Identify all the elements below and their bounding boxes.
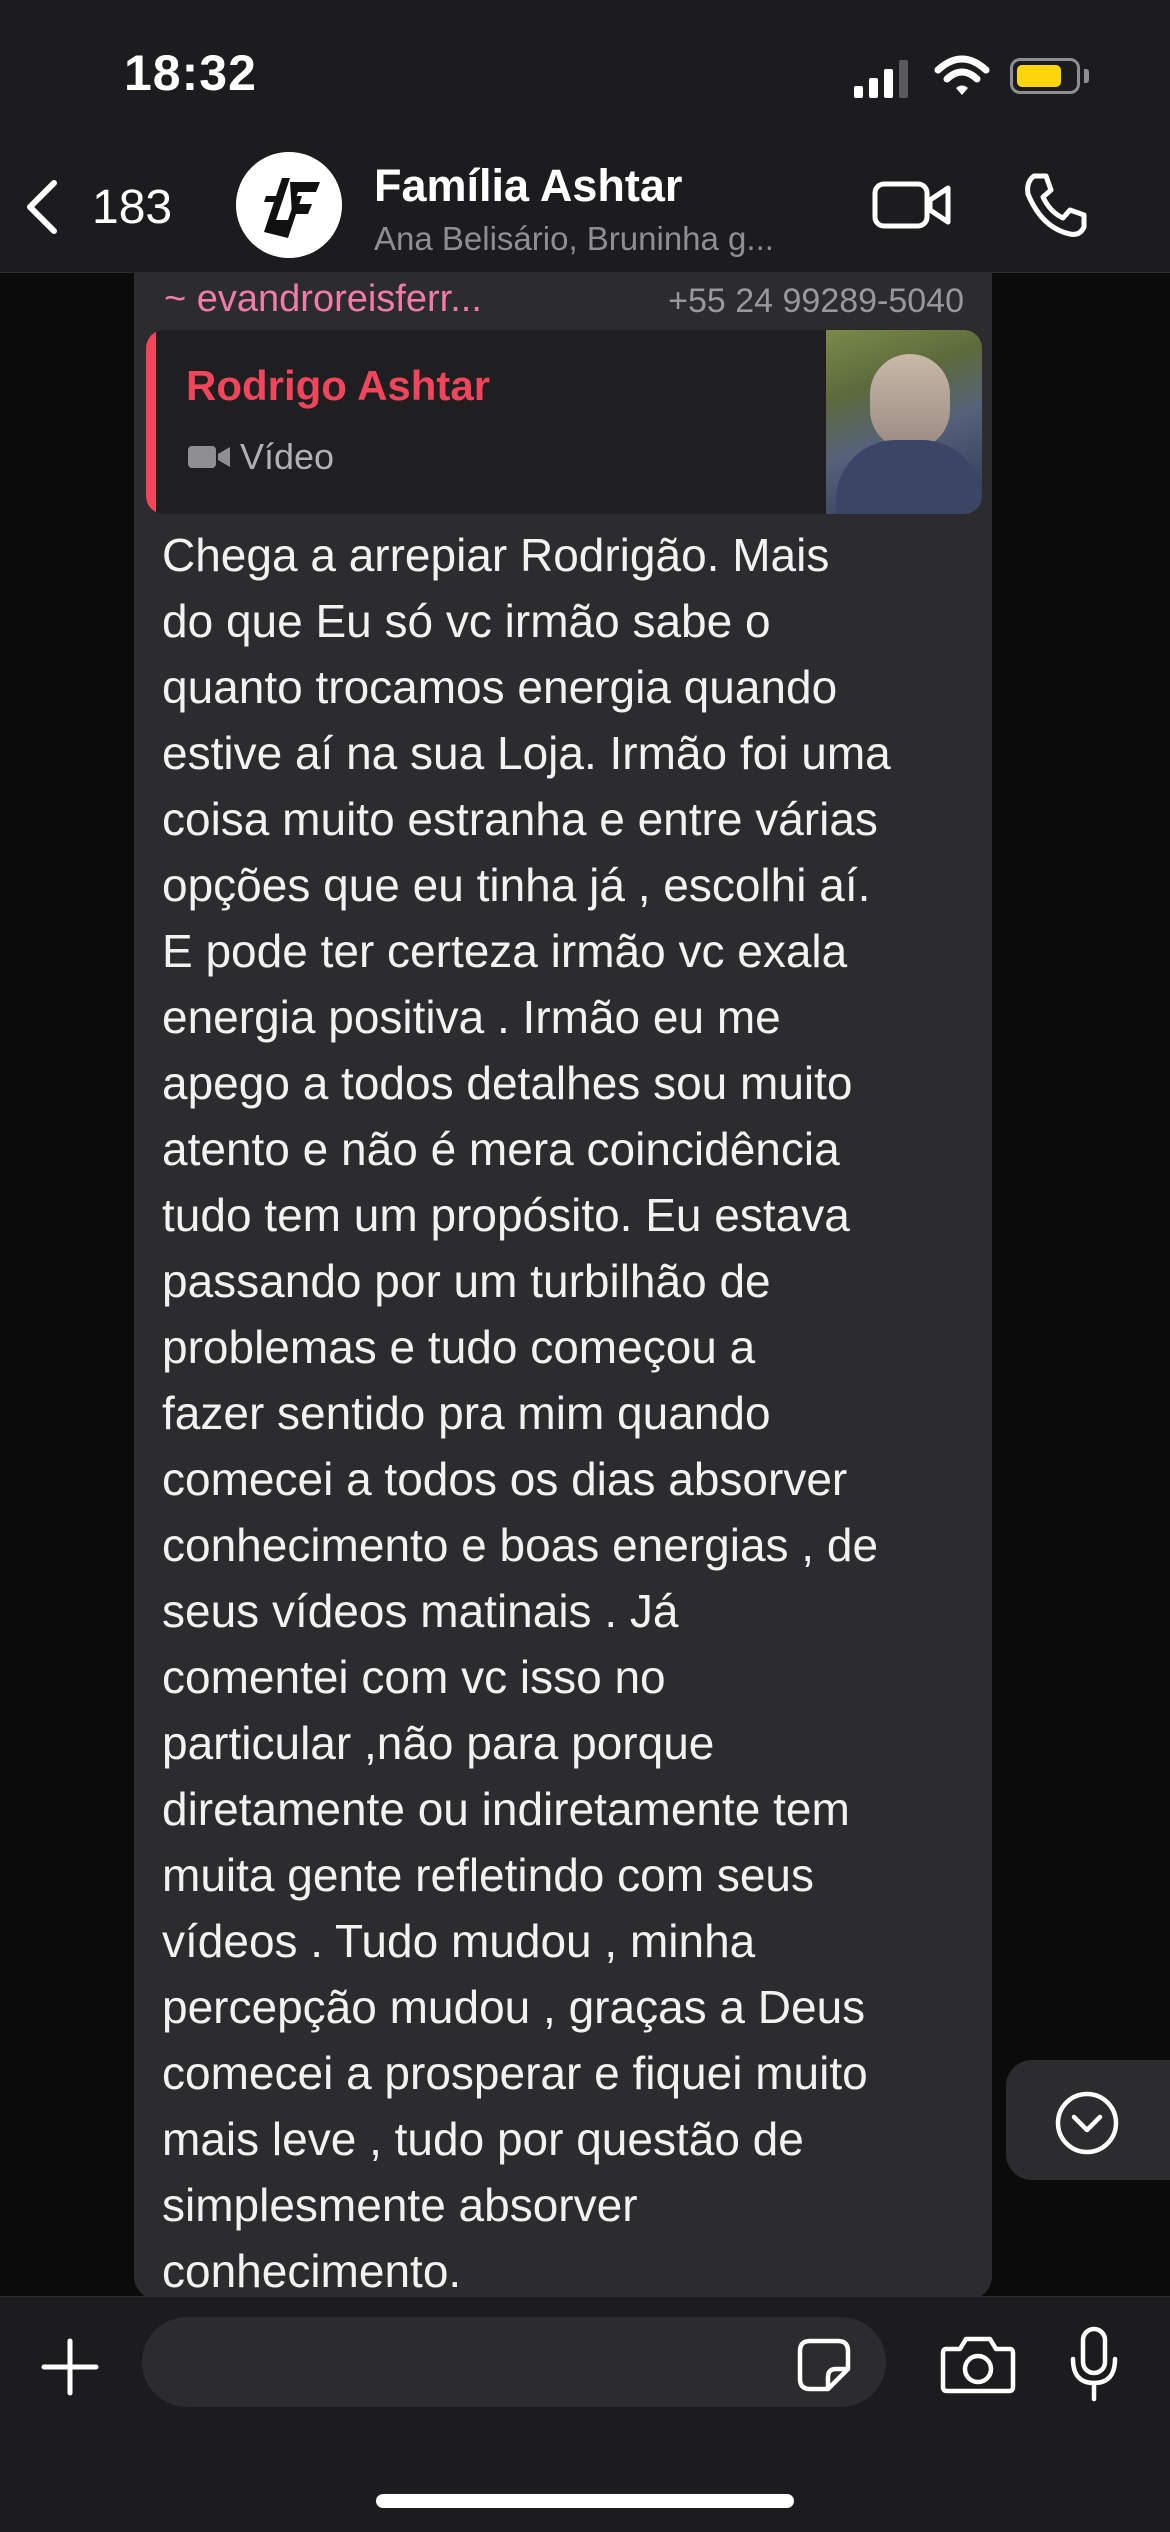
wifi-icon — [934, 55, 990, 95]
video-call-icon[interactable] — [872, 170, 952, 240]
plus-icon[interactable] — [40, 2337, 100, 2397]
message-input[interactable] — [142, 2317, 886, 2407]
sender-phone: +55 24 99289-5040 — [668, 282, 964, 320]
microphone-icon[interactable] — [1068, 2325, 1120, 2405]
sticker-icon[interactable] — [796, 2337, 852, 2393]
back-button[interactable]: 183 — [22, 172, 202, 242]
quote-type-label: Vídeo — [240, 436, 335, 477]
camera-icon[interactable] — [940, 2333, 1016, 2395]
signal-icon — [854, 60, 908, 98]
battery-cap — [1084, 69, 1089, 83]
status-time: 18:32 — [124, 45, 257, 101]
unread-count: 183 — [92, 180, 173, 234]
home-indicator — [376, 2494, 794, 2508]
sender-name[interactable]: ~ evandroreisferr... — [164, 278, 482, 321]
message-bubble[interactable]: ~ evandroreisferr... +55 24 99289-5040 R… — [134, 260, 992, 2300]
quote-accent-bar — [146, 330, 156, 514]
phone-icon[interactable] — [1020, 170, 1090, 240]
back-chevron-icon — [27, 180, 57, 234]
group-members: Ana Belisário, Bruninha g... — [374, 220, 774, 257]
battery-icon — [1010, 58, 1080, 94]
group-avatar[interactable] — [236, 152, 342, 258]
group-logo — [236, 152, 342, 258]
sender-row: ~ evandroreisferr... +55 24 99289-5040 — [164, 278, 964, 328]
quote-thumbnail — [826, 330, 982, 514]
scroll-to-bottom-button[interactable] — [1006, 2060, 1170, 2180]
group-info[interactable]: Família Ashtar Ana Belisário, Bruninha g… — [374, 160, 844, 258]
video-icon — [188, 446, 230, 468]
battery-level — [1017, 65, 1061, 87]
chevron-down-icon — [1055, 2091, 1119, 2155]
thumbnail-person-head — [870, 354, 950, 450]
quote-author: Rodrigo Ashtar — [186, 362, 491, 409]
group-title: Família Ashtar — [374, 160, 683, 211]
quoted-message[interactable]: Rodrigo Ashtar Vídeo — [146, 330, 982, 514]
thumbnail-person-body — [836, 440, 982, 514]
chat-header: 18:32 183 Família Ashtar Ana Belisário, … — [0, 0, 1170, 273]
message-text: Chega a arrepiar Rodrigão. Mais do que E… — [162, 529, 891, 2297]
quote-type: Vídeo — [186, 436, 334, 478]
